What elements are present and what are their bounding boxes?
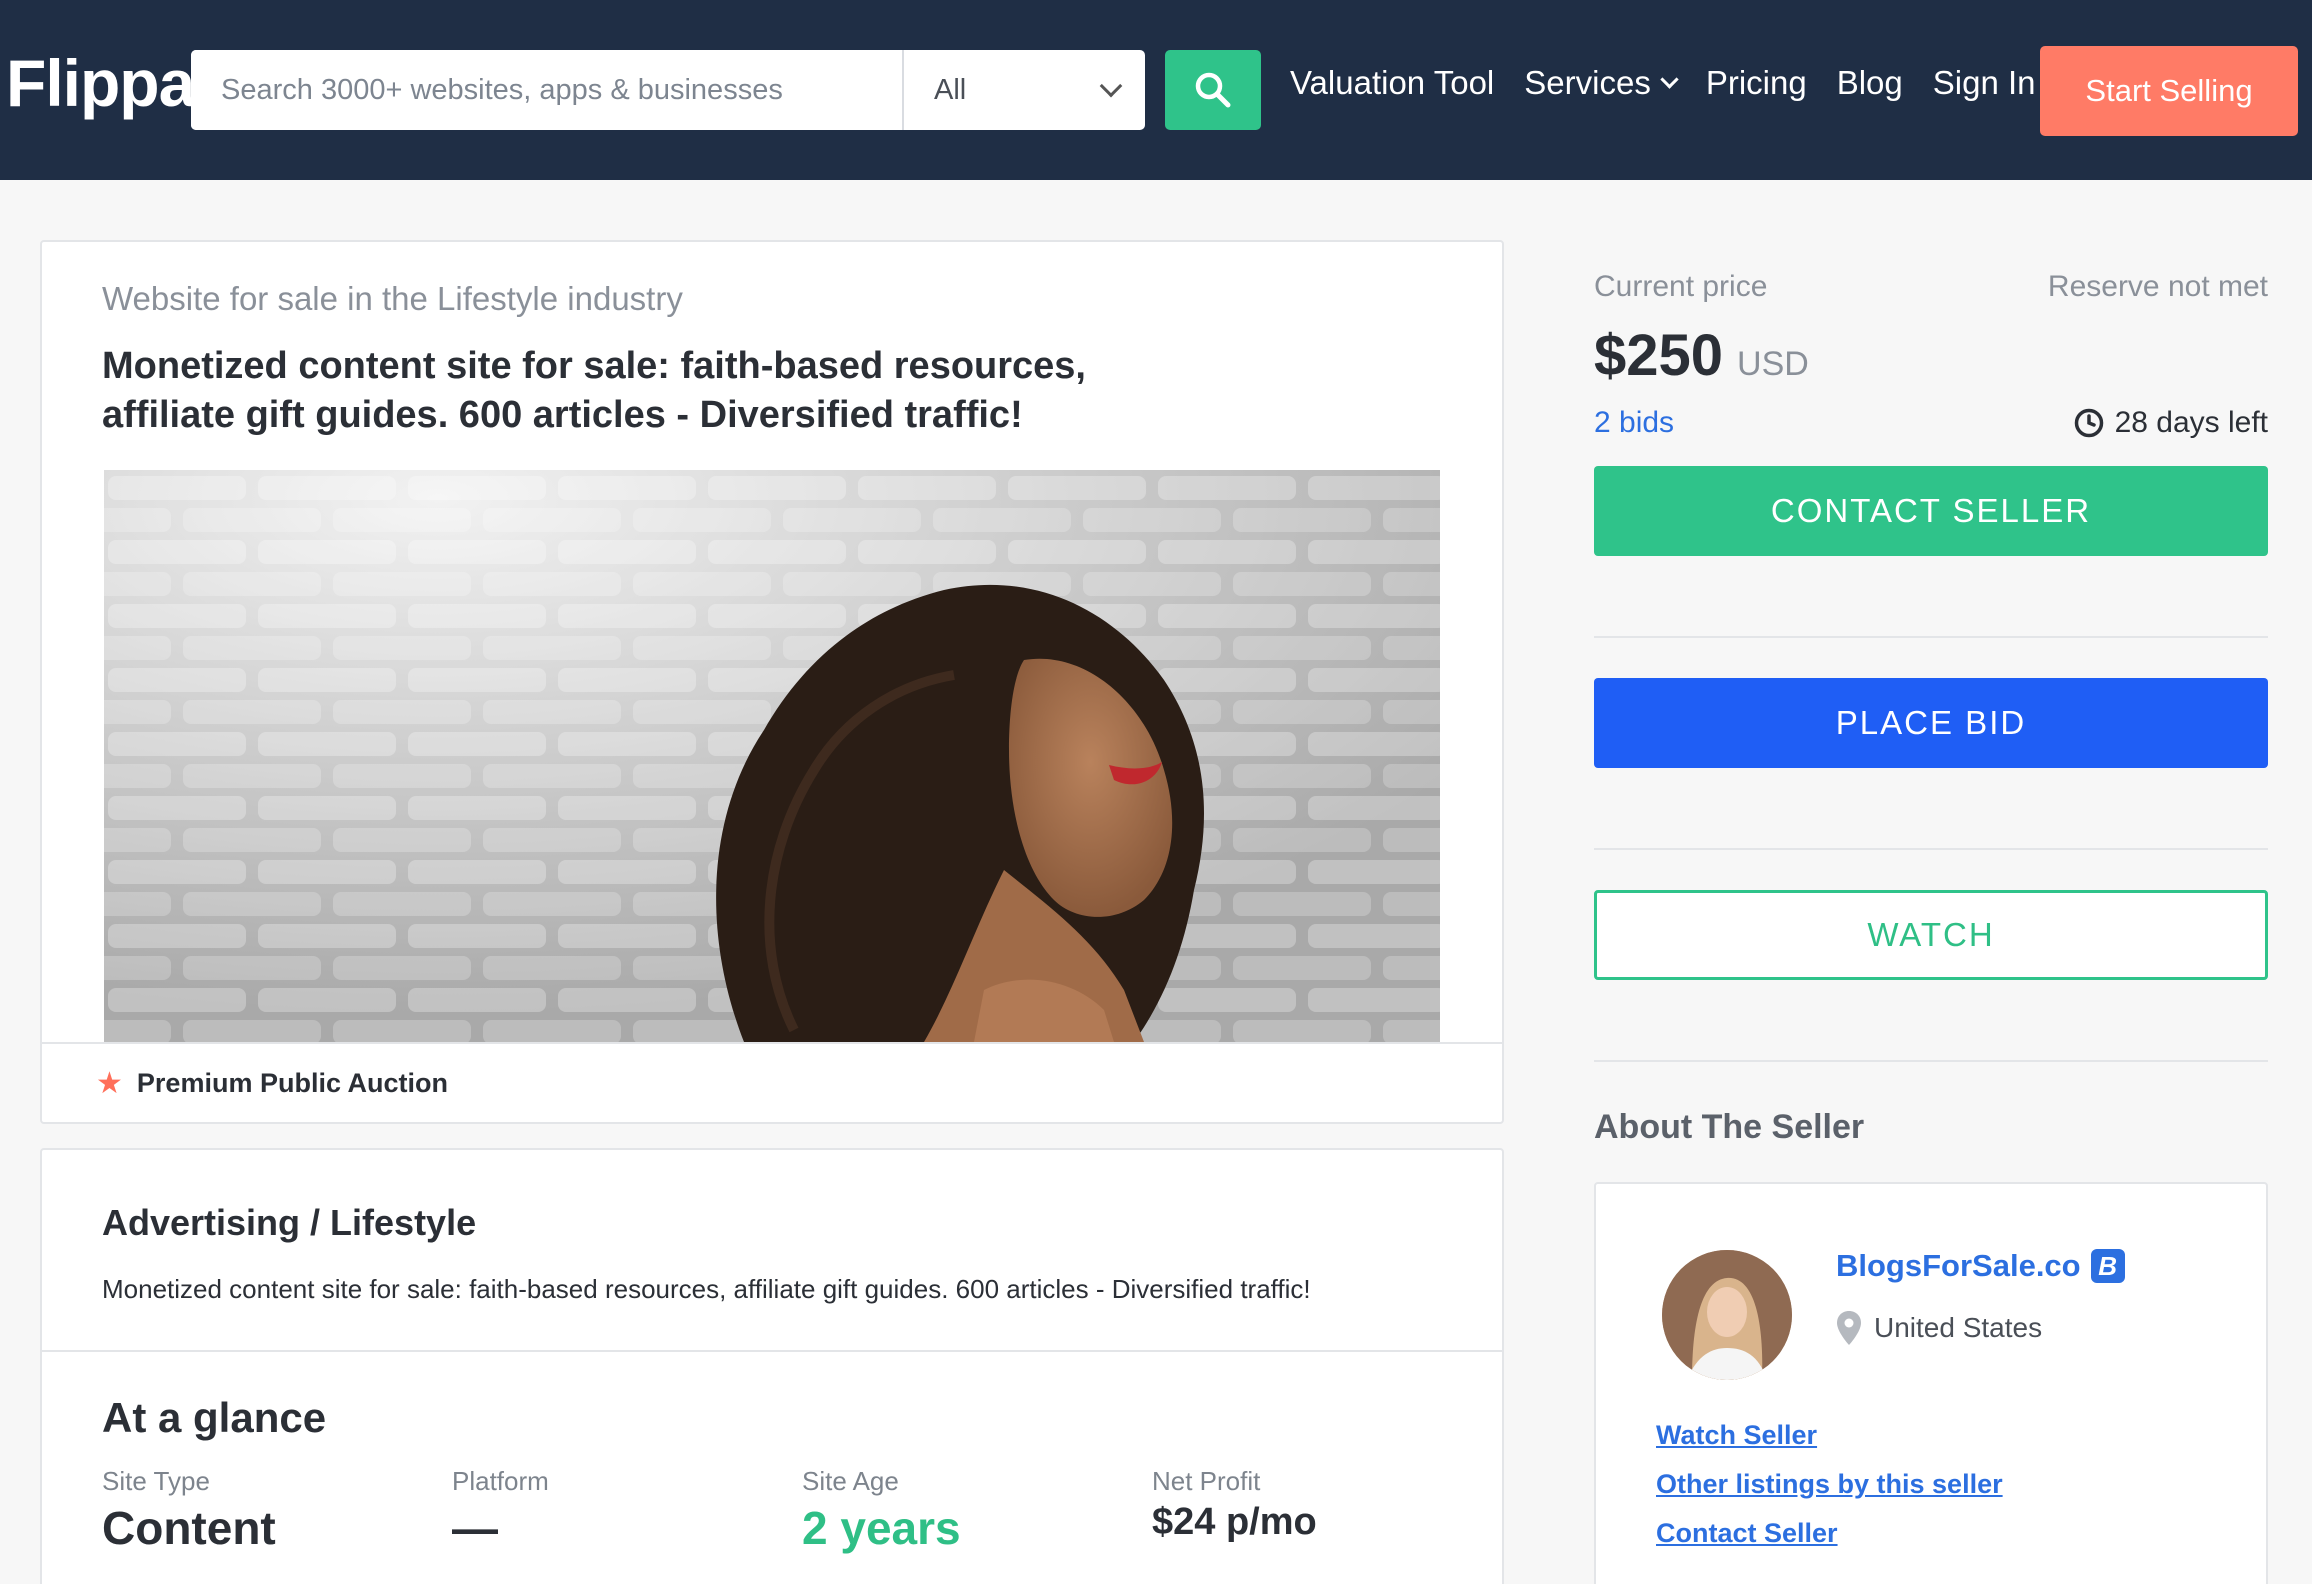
stat-platform: Platform — [452,1466,549,1555]
other-listings-link[interactable]: Other listings by this seller [1656,1469,2003,1500]
search-icon [1195,72,1231,108]
star-icon: ★ [96,1067,123,1100]
category-select-value: All [934,73,967,106]
seller-avatar[interactable] [1662,1250,1792,1380]
stat-site-age: Site Age 2 years [802,1466,961,1555]
divider [1594,848,2268,850]
place-bid-button[interactable]: PLACE BID [1594,678,2268,768]
category-title: Advertising / Lifestyle [102,1202,477,1243]
seller-location: United States [1836,1310,2042,1346]
divider [1594,636,2268,638]
about-seller-title: About The Seller [1594,1108,1865,1146]
stat-label: Net Profit [1152,1466,1261,1496]
category-select[interactable]: All [904,50,1145,130]
nav-blog[interactable]: Blog [1837,64,1903,102]
nav-pricing[interactable]: Pricing [1706,64,1807,102]
listing-card: Website for sale in the Lifestyle indust… [40,240,1504,1124]
clock-icon [2074,408,2103,438]
watch-button[interactable]: WATCH [1594,890,2268,980]
hero-photo [104,470,1440,1042]
seller-name-link[interactable]: BlogsForSale.co B [1836,1248,2125,1284]
bids-link[interactable]: 2 bids [1594,406,1674,440]
seller-name: BlogsForSale.co [1836,1248,2081,1283]
at-a-glance-title: At a glance [102,1394,327,1441]
stat-label: Site Type [102,1466,210,1496]
divider [42,1042,1502,1044]
listing-hero-image [104,470,1440,1042]
listing-industry: Website for sale in the Lifestyle indust… [102,280,683,317]
stat-value: 2 years [802,1502,961,1554]
stat-label: Platform [452,1466,549,1496]
divider [1594,1060,2268,1062]
stat-value: $24 p/mo [1152,1501,1317,1543]
nav-sign-in[interactable]: Sign In [1933,64,2036,102]
contact-seller-button[interactable]: CONTACT SELLER [1594,466,2268,556]
price-label: Current price [1594,270,1768,303]
watch-seller-link[interactable]: Watch Seller [1656,1420,1817,1451]
listing-description: Monetized content site for sale: faith-b… [102,1274,1311,1304]
reserve-status: Reserve not met [2047,270,2268,303]
premium-badge-label: Premium Public Auction [136,1068,448,1098]
stat-value: — [452,1502,498,1554]
nav-links: Valuation Tool Services Pricing Blog Sig… [1290,64,2066,102]
premium-badge: ★ Premium Public Auction [96,1066,448,1101]
time-left-text: 28 days left [2114,406,2268,439]
price-currency: USD [1737,345,1809,383]
time-left: 28 days left [2073,406,2268,440]
nav-services[interactable]: Services [1524,64,1679,102]
contact-seller-link[interactable]: Contact Seller [1656,1518,1838,1549]
seller-card: BlogsForSale.co B United States Watch Se… [1594,1182,2268,1584]
broker-badge-icon: B [2090,1249,2125,1283]
details-card: Advertising / Lifestyle Monetized conten… [40,1148,1504,1584]
search-input[interactable] [191,50,904,130]
avatar-photo [1662,1250,1792,1380]
top-navbar: Flippa All Valuation Tool Services Prici… [0,0,2312,180]
search-bar: All [191,50,1145,130]
listing-title: Monetized content site for sale: faith-b… [102,345,1086,436]
stat-label: Site Age [802,1466,899,1496]
chevron-down-icon [1660,69,1679,89]
divider [42,1350,1502,1352]
price-amount: $250 [1594,323,1724,388]
stat-net-profit: Net Profit $24 p/mo [1152,1466,1317,1544]
search-button[interactable] [1165,50,1261,130]
seller-location-text: United States [1874,1312,2043,1343]
stat-value: Content [102,1502,276,1554]
current-price: $250 USD [1594,322,1809,389]
flippa-logo[interactable]: Flippa [6,50,195,116]
nav-services-label: Services [1524,64,1651,101]
start-selling-button[interactable]: Start Selling [2040,46,2298,136]
chevron-down-icon [1099,74,1123,98]
stat-site-type: Site Type Content [102,1466,276,1555]
nav-valuation-tool[interactable]: Valuation Tool [1290,64,1494,102]
location-pin-icon [1837,1311,1861,1345]
